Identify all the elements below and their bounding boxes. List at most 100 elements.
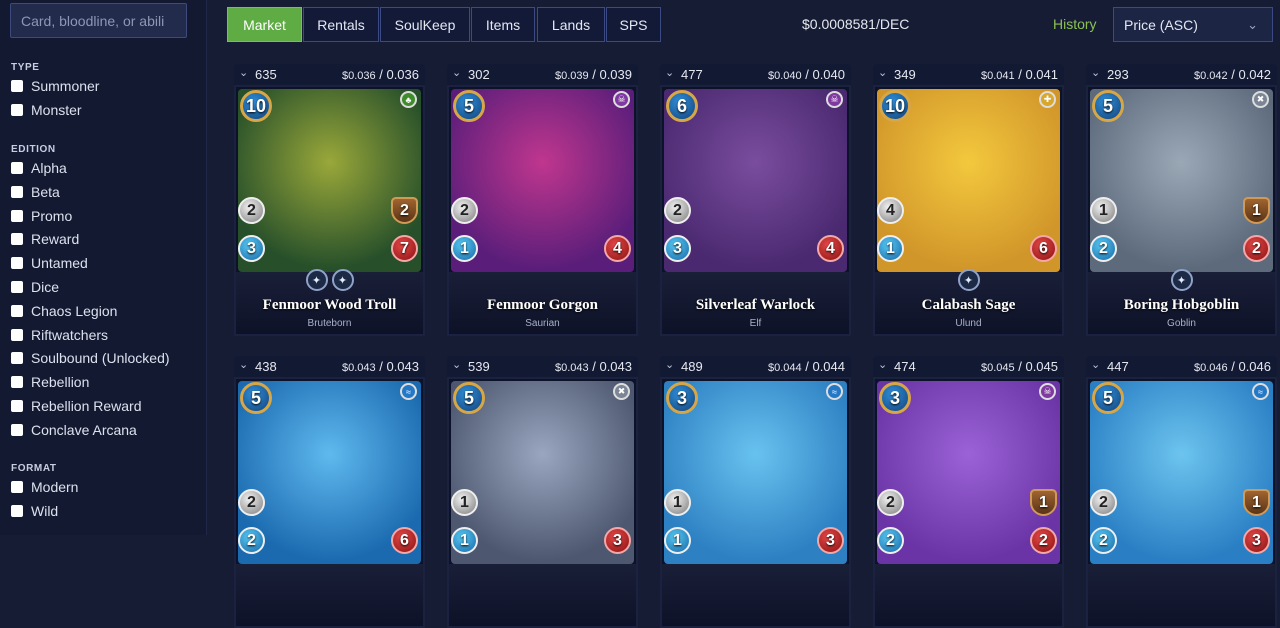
checkbox[interactable] [11, 304, 23, 317]
market-card[interactable]: ⌄ 438 $0.043 / 0.043 5 ≈ 2 2 6 [234, 356, 425, 628]
filter-option[interactable]: Chaos Legion [11, 302, 117, 320]
card-listing-header: ⌄ 539 $0.043 / 0.043 [447, 356, 638, 377]
chevron-down-icon[interactable]: ⌄ [452, 358, 461, 371]
health-stat: 6 [1030, 235, 1057, 262]
chevron-down-icon[interactable]: ⌄ [665, 358, 674, 371]
tab-lands[interactable]: Lands [537, 7, 605, 42]
checkbox[interactable] [11, 423, 23, 436]
filter-option-label: Chaos Legion [31, 302, 118, 319]
mana-cost: 5 [453, 90, 485, 122]
health-stat: 2 [1030, 527, 1057, 554]
checkbox[interactable] [11, 185, 23, 198]
card-image[interactable]: 3 ☠ 2 2 1 2 [873, 377, 1064, 628]
filter-option[interactable]: Reward [11, 230, 79, 248]
card-quantity: 447 [1107, 359, 1129, 374]
chevron-down-icon[interactable]: ⌄ [665, 66, 674, 79]
health-stat: 4 [817, 235, 844, 262]
market-card[interactable]: ⌄ 293 $0.042 / 0.042 5 ✖ 1 2 1 2 ✦ Boring Ho… [1086, 64, 1277, 336]
chevron-down-icon[interactable]: ⌄ [452, 66, 461, 79]
filter-option[interactable]: Beta [11, 183, 60, 201]
history-link[interactable]: History [1053, 16, 1097, 32]
card-listing-header: ⌄ 477 $0.040 / 0.040 [660, 64, 851, 85]
health-stat: 2 [1243, 235, 1270, 262]
filter-option[interactable]: Wild [11, 502, 58, 520]
filter-option[interactable]: Summoner [11, 77, 99, 95]
chevron-down-icon[interactable]: ⌄ [878, 66, 887, 79]
card-image[interactable]: 5 ≈ 2 2 1 3 [1086, 377, 1277, 628]
market-card[interactable]: ⌄ 477 $0.040 / 0.040 6 ☠ 2 3 4 Silverleaf … [660, 64, 851, 336]
card-image[interactable]: 6 ☠ 2 3 4 Silverleaf Warlock Elf [660, 85, 851, 336]
filter-option[interactable]: Modern [11, 478, 78, 496]
checkbox[interactable] [11, 376, 23, 389]
checkbox[interactable] [11, 103, 23, 116]
filter-option[interactable]: Monster [11, 101, 82, 119]
ability-list: ✦ ✦ [236, 269, 423, 291]
ability-list: ✦ [875, 269, 1062, 291]
filter-option-label: Soulbound (Unlocked) [31, 350, 170, 367]
filter-option[interactable]: Soulbound (Unlocked) [11, 349, 170, 367]
speed-stat: 2 [1090, 527, 1117, 554]
checkbox[interactable] [11, 162, 23, 174]
market-card[interactable]: ⌄ 489 $0.044 / 0.044 3 ≈ 1 1 3 [660, 356, 851, 628]
filter-option[interactable]: Promo [11, 207, 72, 225]
checkbox[interactable] [11, 209, 23, 222]
water-icon: ≈ [826, 383, 843, 400]
filter-option[interactable]: Rebellion [11, 373, 89, 391]
filter-option[interactable]: Untamed [11, 254, 88, 272]
sort-selected-label: Price (ASC) [1124, 16, 1198, 33]
market-card[interactable]: ⌄ 447 $0.046 / 0.046 5 ≈ 2 2 1 3 [1086, 356, 1277, 628]
checkbox[interactable] [11, 328, 23, 341]
market-card[interactable]: ⌄ 635 $0.036 / 0.036 10 ♣ 2 3 2 7 ✦ ✦ Fenmoor… [234, 64, 425, 336]
tab-rentals[interactable]: Rentals [303, 7, 379, 42]
health-stat: 6 [391, 527, 418, 554]
card-image[interactable]: 10 ✚ 4 1 6 ✦ Calabash Sage Ulund [873, 85, 1064, 336]
chevron-down-icon[interactable]: ⌄ [878, 358, 887, 371]
filter-sidebar: TYPE Summoner Monster EDITION Alpha Beta Promo… [0, 0, 207, 535]
attack-stat: 1 [451, 489, 478, 516]
health-stat: 7 [391, 235, 418, 262]
filter-option[interactable]: Dice [11, 278, 59, 296]
filter-option[interactable]: Alpha [11, 159, 67, 177]
market-card[interactable]: ⌄ 474 $0.045 / 0.045 3 ☠ 2 2 1 2 [873, 356, 1064, 628]
tab-soulkeep[interactable]: SoulKeep [380, 7, 470, 42]
card-price: $0.040 / 0.040 [768, 67, 845, 82]
attack-stat: 2 [451, 197, 478, 224]
card-image[interactable]: 3 ≈ 1 1 3 [660, 377, 851, 628]
checkbox[interactable] [11, 233, 23, 246]
card-image[interactable]: 5 ≈ 2 2 6 [234, 377, 425, 628]
death-icon: ☠ [826, 91, 843, 108]
tab-items[interactable]: Items [471, 7, 535, 42]
card-quantity: 489 [681, 359, 703, 374]
price-high: / 0.043 [379, 359, 419, 374]
tab-market[interactable]: Market [227, 7, 302, 42]
card-image[interactable]: 5 ✖ 1 2 1 2 ✦ Boring Hobgoblin Goblin [1086, 85, 1277, 336]
card-image[interactable]: 5 ☠ 2 1 4 Fenmoor Gorgon Saurian [447, 85, 638, 336]
checkbox[interactable] [11, 481, 23, 493]
ability-list: ✦ [1088, 269, 1275, 291]
chevron-down-icon[interactable]: ⌄ [239, 358, 248, 371]
card-image[interactable]: 5 ✖ 1 1 3 [447, 377, 638, 628]
chevron-down-icon[interactable]: ⌄ [239, 66, 248, 79]
checkbox[interactable] [11, 504, 23, 517]
market-card[interactable]: ⌄ 539 $0.043 / 0.043 5 ✖ 1 1 3 [447, 356, 638, 628]
market-card[interactable]: ⌄ 349 $0.041 / 0.041 10 ✚ 4 1 6 ✦ Calabash … [873, 64, 1064, 336]
filter-option-label: Beta [31, 183, 60, 200]
sort-select[interactable]: Price (ASC) ⌄ [1113, 7, 1273, 42]
checkbox[interactable] [11, 281, 23, 293]
filter-option[interactable]: Conclave Arcana [11, 421, 137, 439]
checkbox[interactable] [11, 80, 23, 92]
tab-sps[interactable]: SPS [606, 7, 661, 42]
checkbox[interactable] [11, 257, 23, 270]
filter-option[interactable]: Riftwatchers [11, 326, 108, 344]
speed-stat: 1 [664, 527, 691, 554]
card-image[interactable]: 10 ♣ 2 3 2 7 ✦ ✦ Fenmoor Wood Troll Bruteborn [234, 85, 425, 336]
search-input[interactable] [10, 3, 187, 38]
card-nameplate [236, 564, 423, 626]
price-low: $0.040 [767, 70, 802, 82]
chevron-down-icon[interactable]: ⌄ [1091, 66, 1100, 79]
filter-option[interactable]: Rebellion Reward [11, 397, 142, 415]
checkbox[interactable] [11, 352, 23, 365]
chevron-down-icon[interactable]: ⌄ [1091, 358, 1100, 371]
market-card[interactable]: ⌄ 302 $0.039 / 0.039 5 ☠ 2 1 4 Fenmoor Gor… [447, 64, 638, 336]
checkbox[interactable] [11, 400, 23, 412]
